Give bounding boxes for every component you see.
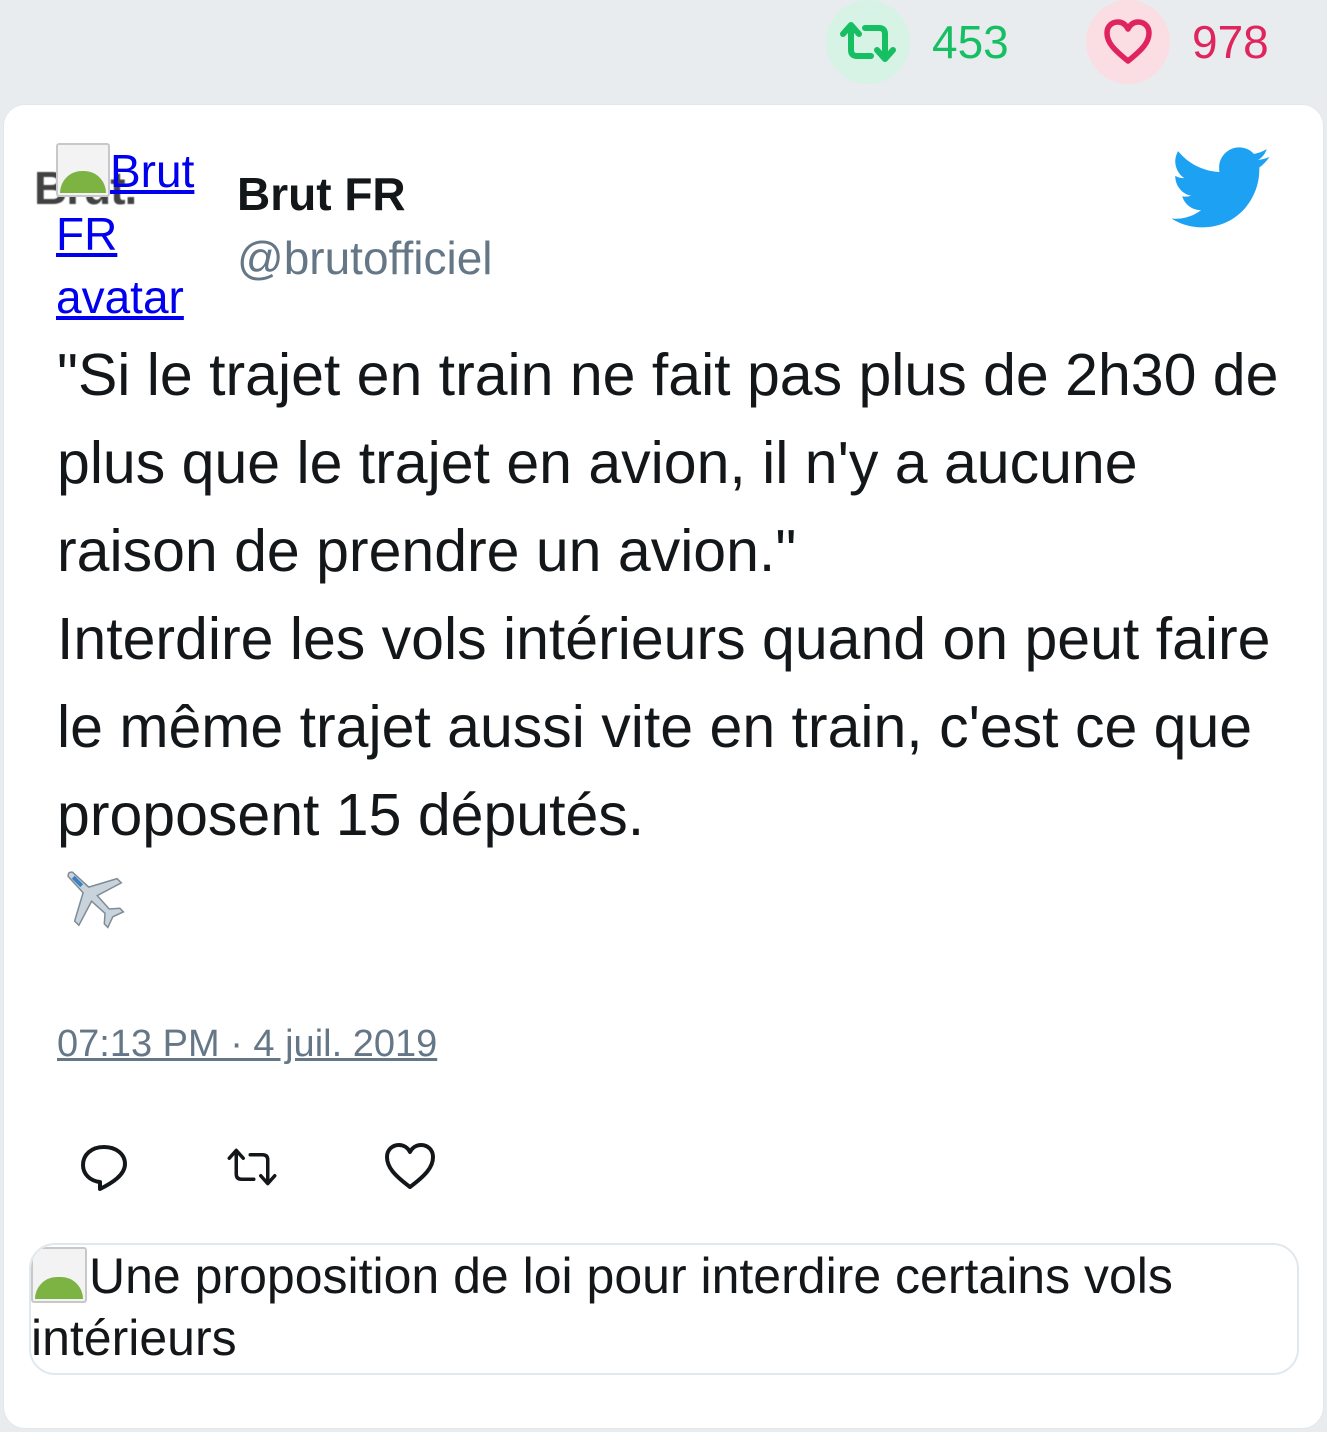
like-action-icon[interactable] (382, 1139, 438, 1195)
retweet-count: 453 (932, 16, 1009, 68)
reply-icon[interactable] (76, 1139, 132, 1195)
retweet-stat[interactable]: 453 (826, 0, 1009, 84)
airplane-icon (67, 871, 125, 929)
tweet-text: "Si le trajet en train ne fait pas plus … (57, 342, 1279, 848)
heart-icon (1086, 0, 1170, 84)
twitter-bird-icon[interactable] (1172, 147, 1272, 229)
author-name[interactable]: Brut FR (237, 167, 406, 221)
broken-image-icon (31, 1247, 87, 1303)
avatar[interactable]: Brut FR avatar (56, 140, 218, 323)
like-stat[interactable]: 978 (1086, 0, 1269, 84)
link-preview-alt-text: Une proposition de loi pour interdire ce… (31, 1248, 1173, 1366)
link-preview-card[interactable]: Une proposition de loi pour interdire ce… (29, 1243, 1299, 1375)
author-handle[interactable]: @brutofficiel (237, 231, 493, 285)
retweet-icon (826, 0, 910, 84)
retweet-action-icon[interactable] (224, 1139, 280, 1195)
broken-image-icon (56, 143, 110, 197)
tweet-card: Brut. Brut FR avatar Brut FR @brutoffici… (3, 104, 1324, 1429)
like-count: 978 (1192, 16, 1269, 68)
engagement-bar: 453 978 (0, 0, 1327, 100)
tweet-timestamp[interactable]: 07:13 PM · 4 juil. 2019 (57, 1023, 437, 1066)
